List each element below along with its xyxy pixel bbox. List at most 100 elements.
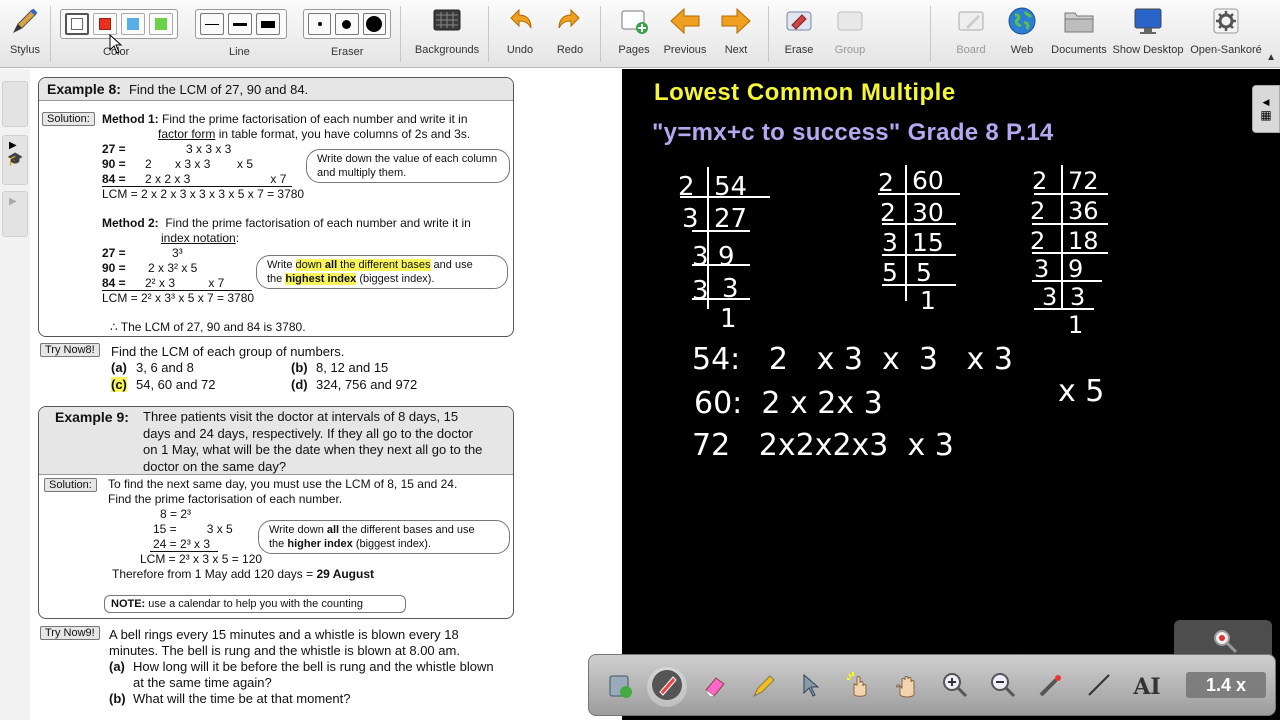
folder-icon bbox=[1062, 4, 1096, 38]
previous-button[interactable]: Previous bbox=[662, 4, 708, 64]
line-54: 54: 2 x 3 x 3 x 3 bbox=[692, 342, 1013, 377]
redo-button[interactable]: Redo bbox=[550, 4, 590, 64]
svg-text:2: 2 bbox=[878, 168, 894, 197]
pages-button[interactable]: Pages bbox=[612, 4, 656, 64]
m1-lcm-result: LCM = 2 x 2 x 3 x 3 x 3 x 5 x 7 = 3780 bbox=[102, 187, 305, 201]
select-tool-button[interactable] bbox=[791, 667, 831, 707]
eraser-small-option[interactable] bbox=[308, 13, 332, 35]
laser-pointer-button[interactable] bbox=[1031, 667, 1071, 707]
stylus-icon bbox=[8, 4, 42, 38]
toolbar-collapse-icon[interactable]: ▲ bbox=[1266, 52, 1276, 63]
board-button[interactable]: Board bbox=[950, 4, 992, 64]
svg-text:72: 72 bbox=[1068, 167, 1099, 195]
svg-text:9: 9 bbox=[1068, 255, 1083, 283]
method-2-line-2: index notation: bbox=[161, 231, 240, 245]
m1-row-27-values: 3 x 3 x 3 bbox=[186, 142, 232, 156]
board-side-panel-toggle[interactable]: ◀ ▦ bbox=[1252, 85, 1280, 133]
line-60: 60: 2 x 2x 3 bbox=[694, 386, 883, 421]
zoom-in-icon bbox=[940, 670, 970, 705]
undo-button[interactable]: Undo bbox=[500, 4, 540, 64]
toolbar-separator bbox=[600, 6, 601, 62]
mouse-cursor-icon bbox=[109, 33, 123, 59]
m2-row-90-values: 2 x 3² x 5 bbox=[148, 261, 198, 275]
side-tab-tools[interactable]: ▶ bbox=[2, 191, 28, 237]
backgrounds-button[interactable]: Backgrounds bbox=[412, 4, 482, 64]
zoom-in-button[interactable] bbox=[935, 667, 975, 707]
method-1-line-2: factor form in table format, you have co… bbox=[158, 127, 471, 141]
eraser-large-option[interactable] bbox=[362, 13, 386, 35]
open-sankore-button[interactable]: Open-Sankoré bbox=[1190, 4, 1262, 64]
eraser-tool-button[interactable] bbox=[695, 667, 735, 707]
svg-text:18: 18 bbox=[1068, 227, 1099, 255]
svg-text:2: 2 bbox=[1030, 197, 1045, 225]
arrow-left-icon bbox=[668, 4, 702, 38]
ex9-row-24: 24 = 2³ x 3 bbox=[153, 537, 211, 551]
try-now-8-prompt: Find the LCM of each group of numbers. bbox=[111, 344, 345, 359]
method-1-line-1: Method 1: Find the prime factorisation o… bbox=[102, 112, 468, 126]
color-white-swatch[interactable] bbox=[65, 13, 89, 35]
m1-row-27-label: 27 = bbox=[102, 142, 126, 156]
svg-text:60: 60 bbox=[912, 166, 944, 195]
m2-row-90-label: 90 = bbox=[102, 261, 126, 275]
show-desktop-button[interactable]: Show Desktop bbox=[1112, 4, 1184, 64]
pointer-arrow-icon bbox=[798, 672, 824, 703]
item-a-text: 3, 6 and 8 bbox=[136, 360, 194, 375]
palette-tool-button[interactable] bbox=[599, 667, 639, 707]
graduation-cap-icon: 🎓 bbox=[7, 151, 24, 166]
web-button[interactable]: Web bbox=[1004, 4, 1040, 64]
ex9-therefore: Therefore from 1 May add 120 days = 29 A… bbox=[112, 567, 375, 581]
erase-button[interactable]: Erase bbox=[780, 4, 818, 64]
group-button[interactable]: Group bbox=[830, 4, 870, 64]
hand-tool-button[interactable] bbox=[887, 667, 927, 707]
hand-icon bbox=[892, 670, 922, 705]
side-tab-library[interactable]: ▶ 🎓 bbox=[2, 135, 28, 185]
line-thin-option[interactable] bbox=[200, 13, 224, 35]
color-green-swatch[interactable] bbox=[149, 13, 173, 35]
documents-button[interactable]: Documents bbox=[1050, 4, 1108, 64]
svg-text:1: 1 bbox=[1068, 311, 1083, 339]
text-tool-button[interactable]: AI bbox=[1127, 667, 1167, 707]
play-icon: ▶ bbox=[9, 140, 17, 151]
next-button[interactable]: Next bbox=[715, 4, 757, 64]
svg-text:9: 9 bbox=[718, 242, 735, 272]
svg-text:2: 2 bbox=[678, 172, 695, 202]
example-9-question: Three patients visit the doctor at inter… bbox=[143, 409, 483, 474]
document-page: ▶ 🎓 ▶ Example 8: Find the LCM of 27, 90 a… bbox=[0, 69, 622, 720]
color-red-swatch[interactable] bbox=[93, 13, 117, 35]
svg-text:3: 3 bbox=[1034, 255, 1049, 283]
pen-icon bbox=[651, 669, 683, 706]
add-page-icon bbox=[617, 4, 651, 38]
magic-hand-icon bbox=[844, 670, 874, 705]
toolbar-separator bbox=[488, 6, 489, 62]
pen-tool-button[interactable] bbox=[647, 667, 687, 707]
interact-tool-button[interactable] bbox=[839, 667, 879, 707]
try-now-8-tag: Try Now8! bbox=[40, 343, 100, 357]
document-side-strip: ▶ 🎓 ▶ bbox=[0, 69, 30, 720]
svg-text:3: 3 bbox=[1070, 283, 1085, 311]
eraser-medium-option[interactable] bbox=[335, 13, 359, 35]
svg-text:3: 3 bbox=[682, 204, 699, 234]
laser-pointer-icon bbox=[1036, 670, 1066, 705]
line-medium-option[interactable] bbox=[228, 13, 252, 35]
solution-tag: Solution: bbox=[44, 478, 97, 492]
svg-text:27: 27 bbox=[714, 204, 747, 234]
svg-text:5: 5 bbox=[882, 258, 898, 287]
side-tab-thumbnails[interactable] bbox=[2, 81, 28, 127]
svg-text:3: 3 bbox=[722, 274, 739, 304]
stylus-button[interactable]: Stylus bbox=[6, 4, 44, 64]
m1-row-84-label: 84 = bbox=[102, 172, 126, 186]
arrow-right-icon bbox=[719, 4, 753, 38]
try9-a-label: (a) bbox=[109, 659, 125, 674]
color-blue-swatch[interactable] bbox=[121, 13, 145, 35]
svg-text:3: 3 bbox=[692, 276, 709, 306]
line-thick-option[interactable] bbox=[256, 13, 280, 35]
line-tool-button[interactable] bbox=[1079, 667, 1119, 707]
highlighter-tool-button[interactable] bbox=[743, 667, 783, 707]
text-tool-icon: AI bbox=[1133, 674, 1161, 700]
svg-text:15: 15 bbox=[912, 228, 944, 257]
item-a-label: (a) bbox=[111, 360, 127, 375]
solution-tag: Solution: bbox=[42, 112, 95, 126]
try9-a-line-2: at the same time again? bbox=[133, 675, 272, 690]
example-9-hint-bubble: Write down all the different bases and u… bbox=[258, 520, 510, 554]
zoom-out-button[interactable] bbox=[983, 667, 1023, 707]
